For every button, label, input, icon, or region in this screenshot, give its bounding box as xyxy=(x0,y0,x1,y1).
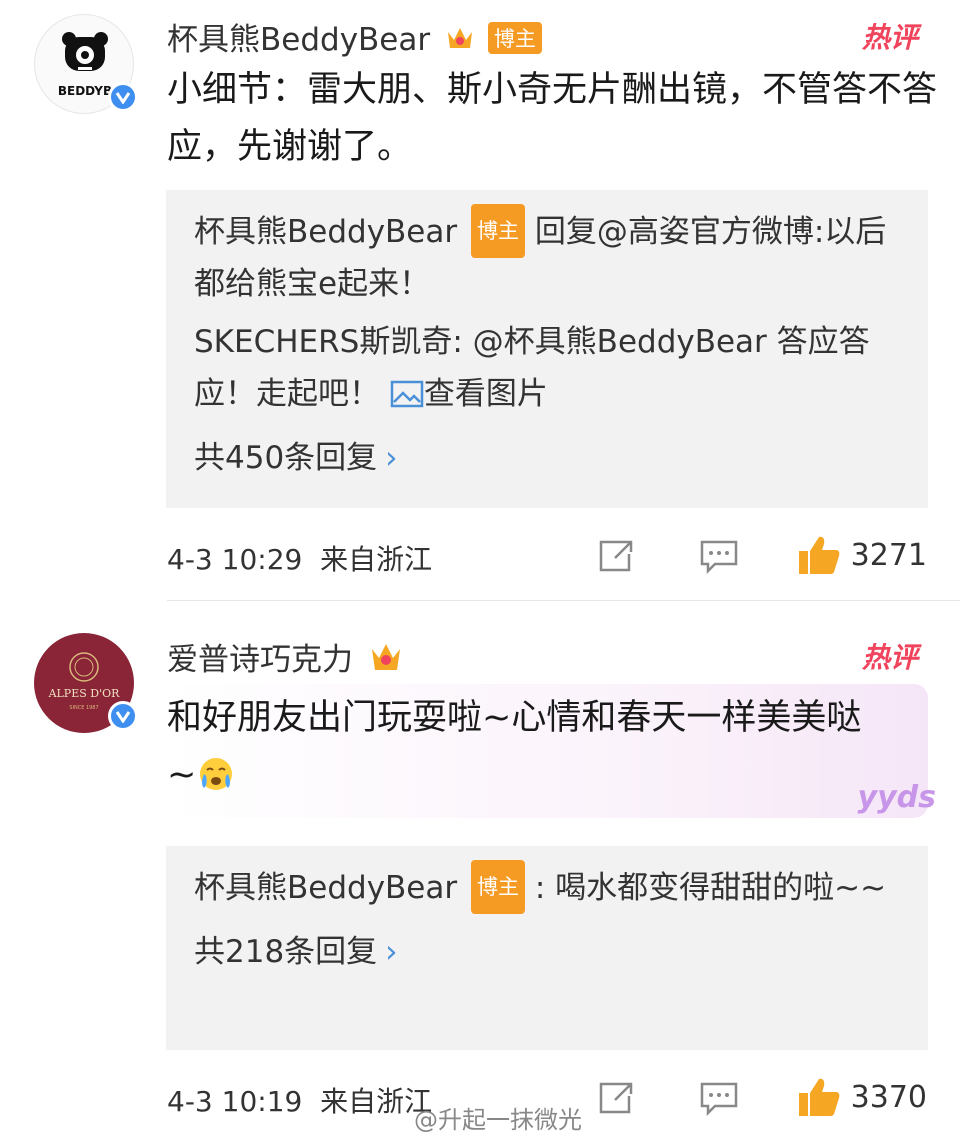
timestamp: 4-3 10:19 来自浙江 xyxy=(167,1085,433,1118)
reply-username[interactable]: SKECHERS斯凯奇: xyxy=(194,324,463,360)
svg-text:ALPES D'OR: ALPES D'OR xyxy=(48,687,121,700)
like-count: 3370 xyxy=(850,1080,927,1115)
verified-icon xyxy=(108,701,138,731)
comment-footer: 4-3 10:29 来自浙江 3271 xyxy=(167,536,927,578)
chevron-right-icon: › xyxy=(385,934,398,970)
share-icon[interactable] xyxy=(597,1080,635,1116)
reply-username[interactable]: 杯具熊BeddyBear xyxy=(194,214,457,250)
hot-comment-badge: 热评 xyxy=(861,641,918,674)
image-icon xyxy=(390,380,424,408)
reply-username[interactable]: 杯具熊BeddyBear xyxy=(194,870,457,906)
like-count: 3271 xyxy=(850,538,927,573)
avatar[interactable]: BEDDYB xyxy=(34,14,138,114)
blogger-badge: 博主 xyxy=(470,204,525,258)
reply-text: : 喝水都变得甜甜的啦~~ xyxy=(534,870,887,906)
reply-box[interactable]: 杯具熊BeddyBear 博主 回复@高姿官方微博:以后都给熊宝e起来！ SKE… xyxy=(166,190,928,508)
username[interactable]: 杯具熊BeddyBear 博主 xyxy=(167,14,542,59)
hot-comment-badge: 热评 xyxy=(861,21,918,54)
divider xyxy=(167,600,960,601)
yyds-sticker: yyds xyxy=(857,780,936,815)
comment-text: 小细节：雷大朋、斯小奇无片酬出镜，不管答不答应，先谢谢了。 xyxy=(167,70,938,167)
crown-level-icon xyxy=(371,644,400,670)
share-icon[interactable] xyxy=(597,538,635,574)
view-all-replies[interactable]: 共218条回复 › xyxy=(194,926,900,978)
view-all-replies[interactable]: 共450条回复 › xyxy=(194,432,900,484)
watermark: @升起一抹微光 xyxy=(414,1106,582,1134)
chevron-right-icon: › xyxy=(385,440,398,476)
verified-icon xyxy=(108,82,138,112)
crying-emoji-icon xyxy=(200,758,233,790)
username[interactable]: 爱普诗巧克力 xyxy=(167,634,403,679)
reply-item: 杯具熊BeddyBear 博主 回复@高姿官方微博:以后都给熊宝e起来！ xyxy=(194,204,900,310)
comment-icon[interactable] xyxy=(699,1080,739,1116)
like-icon[interactable] xyxy=(797,534,841,576)
blogger-badge: 博主 xyxy=(470,860,525,914)
reply-item: 杯具熊BeddyBear 博主 : 喝水都变得甜甜的啦~~ xyxy=(194,860,900,914)
comment-text: 和好朋友出门玩耍啦~心情和春天一样美美哒~ xyxy=(167,698,862,795)
blogger-badge: 博主 xyxy=(487,22,542,54)
svg-text:BEDDYB: BEDDYB xyxy=(58,84,112,98)
reply-box[interactable]: 杯具熊BeddyBear 博主 : 喝水都变得甜甜的啦~~ 共218条回复 › xyxy=(166,846,928,1050)
view-image-link[interactable]: 查看图片 xyxy=(390,376,548,412)
crown-level-icon xyxy=(447,28,472,48)
svg-text:SINCE 1987: SINCE 1987 xyxy=(69,705,98,711)
timestamp: 4-3 10:29 来自浙江 xyxy=(167,543,433,576)
avatar[interactable]: ALPES D'OR SINCE 1987 xyxy=(34,633,138,733)
like-icon[interactable] xyxy=(797,1076,841,1118)
reply-item: SKECHERS斯凯奇: @杯具熊BeddyBear 答应答应！走起吧！ 查看图… xyxy=(194,316,900,420)
comment-icon[interactable] xyxy=(699,538,739,574)
